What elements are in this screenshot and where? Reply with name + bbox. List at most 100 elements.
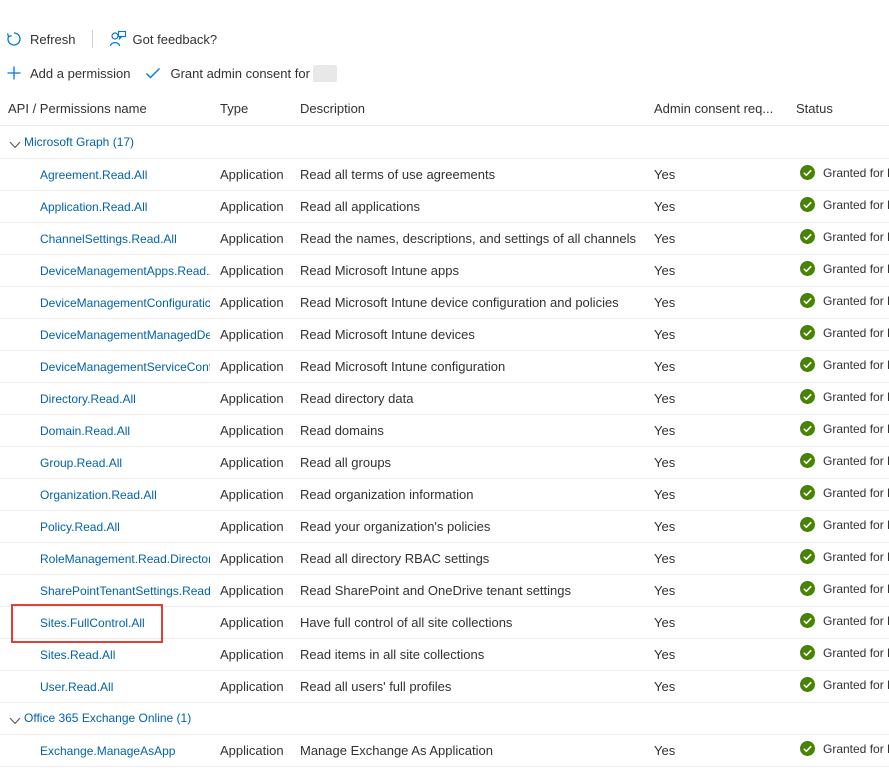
grant-admin-consent-button[interactable]: Grant admin consent for (145, 64, 337, 82)
column-header-description[interactable]: Description (300, 101, 365, 116)
table-row[interactable]: Organization.Read.All Application Read org… (0, 478, 889, 511)
status-text: Granted for F (823, 261, 889, 276)
permission-description: Manage Exchange As Application (300, 743, 493, 758)
permission-name-link[interactable]: Organization.Read.All (40, 488, 210, 502)
chevron-down-icon[interactable] (9, 137, 21, 152)
permission-type: Application (220, 167, 284, 182)
permission-name-link[interactable]: Agreement.Read.All (40, 168, 210, 182)
status-badge: Granted for F (800, 677, 889, 692)
permission-name-link[interactable]: Group.Read.All (40, 456, 210, 470)
permission-description: Read Microsoft Intune apps (300, 263, 459, 278)
permission-name-link[interactable]: DeviceManagementConfiguratic (40, 296, 210, 310)
permission-name-link[interactable]: User.Read.All (40, 680, 210, 694)
table-row[interactable]: Application.Read.All Application Read all … (0, 190, 889, 223)
permission-description: Read the names, descriptions, and settin… (300, 231, 637, 246)
column-header-name[interactable]: API / Permissions name (8, 101, 147, 116)
feedback-button[interactable]: Got feedback? (109, 30, 218, 48)
permission-name-link[interactable]: Directory.Read.All (40, 392, 210, 406)
status-text: Granted for F (823, 229, 889, 244)
permission-name-link[interactable]: RoleManagement.Read.Directory (40, 552, 210, 566)
status-text: Granted for F (823, 165, 889, 180)
table-row[interactable]: Exchange.ManageAsApp Application Manage Ex… (0, 734, 889, 767)
permission-description: Read Microsoft Intune devices (300, 327, 475, 342)
permission-name-link[interactable]: ChannelSettings.Read.All (40, 232, 210, 246)
permission-type: Application (220, 679, 284, 694)
refresh-icon (6, 31, 22, 47)
status-badge: Granted for F (800, 197, 889, 212)
feedback-label: Got feedback? (132, 31, 218, 47)
check-circle-icon (800, 549, 815, 564)
check-circle-icon (800, 581, 815, 596)
redacted-tenant-name (312, 64, 337, 82)
permission-type: Application (220, 551, 284, 566)
permission-description: Read all directory RBAC settings (300, 551, 490, 566)
permission-type: Application (220, 743, 284, 758)
permission-name-link[interactable]: SharePointTenantSettings.Read.A (40, 584, 210, 598)
permission-description: Read all terms of use agreements (300, 167, 496, 182)
permission-name-link[interactable]: Application.Read.All (40, 200, 210, 214)
add-permission-label: Add a permission (30, 65, 131, 81)
table-row[interactable]: User.Read.All Application Read all users' … (0, 670, 889, 703)
admin-consent-required: Yes (654, 615, 676, 630)
permission-description: Read organization information (300, 487, 474, 502)
status-text: Granted for F (823, 677, 889, 692)
refresh-button[interactable]: Refresh (6, 31, 76, 47)
status-badge: Granted for F (800, 485, 889, 500)
chevron-down-icon[interactable] (9, 713, 21, 728)
group-header[interactable]: Office 365 Exchange Online (1) (0, 702, 889, 735)
admin-consent-required: Yes (654, 519, 676, 534)
permission-name-link[interactable]: DeviceManagementApps.Read.A (40, 264, 210, 278)
column-header-admin-consent[interactable]: Admin consent req... (654, 101, 773, 116)
table-row[interactable]: ChannelSettings.Read.All Application Read … (0, 222, 889, 255)
permission-type: Application (220, 199, 284, 214)
permission-description: Read Microsoft Intune device configurati… (300, 295, 619, 310)
column-header-status[interactable]: Status (796, 101, 833, 116)
permission-type: Application (220, 487, 284, 502)
permission-type: Application (220, 391, 284, 406)
permission-name-link[interactable]: DeviceManagementServiceConf (40, 360, 210, 374)
status-badge: Granted for F (800, 581, 889, 596)
check-circle-icon (800, 165, 815, 180)
highlight-box (11, 604, 163, 643)
add-permission-button[interactable]: Add a permission (6, 65, 130, 81)
table-row[interactable]: DeviceManagementServiceConf Application Re… (0, 350, 889, 383)
admin-consent-required: Yes (654, 199, 676, 214)
group-label: Office 365 Exchange Online (1) (24, 711, 192, 725)
table-row[interactable]: SharePointTenantSettings.Read.A Applicati… (0, 574, 889, 607)
group-label: Microsoft Graph (17) (24, 135, 135, 149)
permission-name-link[interactable]: Sites.Read.All (40, 648, 210, 662)
status-badge: Granted for F (800, 613, 889, 628)
admin-consent-required: Yes (654, 359, 676, 374)
permission-description: Read all users' full profiles (300, 679, 452, 694)
permission-name-link[interactable]: Domain.Read.All (40, 424, 210, 438)
table-row[interactable]: Agreement.Read.All Application Read all te… (0, 158, 889, 191)
table-row[interactable]: RoleManagement.Read.Directory Application… (0, 542, 889, 575)
permission-type: Application (220, 519, 284, 534)
toolbar-divider (91, 30, 93, 48)
permission-name-link[interactable]: DeviceManagementManagedDe (40, 328, 210, 342)
permission-type: Application (220, 231, 284, 246)
permission-name-link[interactable]: Policy.Read.All (40, 520, 210, 534)
permission-name-link[interactable]: Exchange.ManageAsApp (40, 744, 210, 758)
status-badge: Granted for F (800, 165, 889, 180)
column-header-type[interactable]: Type (220, 101, 248, 116)
group-header[interactable]: Microsoft Graph (17) (0, 126, 889, 159)
permission-description: Read directory data (300, 391, 414, 406)
admin-consent-required: Yes (654, 455, 676, 470)
status-badge: Granted for F (800, 549, 889, 564)
table-row[interactable]: DeviceManagementManagedDe Application Read… (0, 318, 889, 351)
admin-consent-required: Yes (654, 647, 676, 662)
feedback-icon (109, 30, 127, 48)
status-text: Granted for F (823, 549, 889, 564)
permission-description: Have full control of all site collection… (300, 615, 513, 630)
table-row[interactable]: DeviceManagementApps.Read.A Application Re… (0, 254, 889, 287)
check-circle-icon (800, 197, 815, 212)
table-row[interactable]: Domain.Read.All Application Read domains Ye… (0, 414, 889, 447)
table-row[interactable]: Directory.Read.All Application Read direct… (0, 382, 889, 415)
table-row[interactable]: Group.Read.All Application Read all groups… (0, 446, 889, 479)
status-text: Granted for F (823, 357, 889, 372)
table-row[interactable]: DeviceManagementConfiguratic Application R… (0, 286, 889, 319)
table-row[interactable]: Policy.Read.All Application Read your orga… (0, 510, 889, 543)
check-circle-icon (800, 229, 815, 244)
check-circle-icon (800, 517, 815, 532)
